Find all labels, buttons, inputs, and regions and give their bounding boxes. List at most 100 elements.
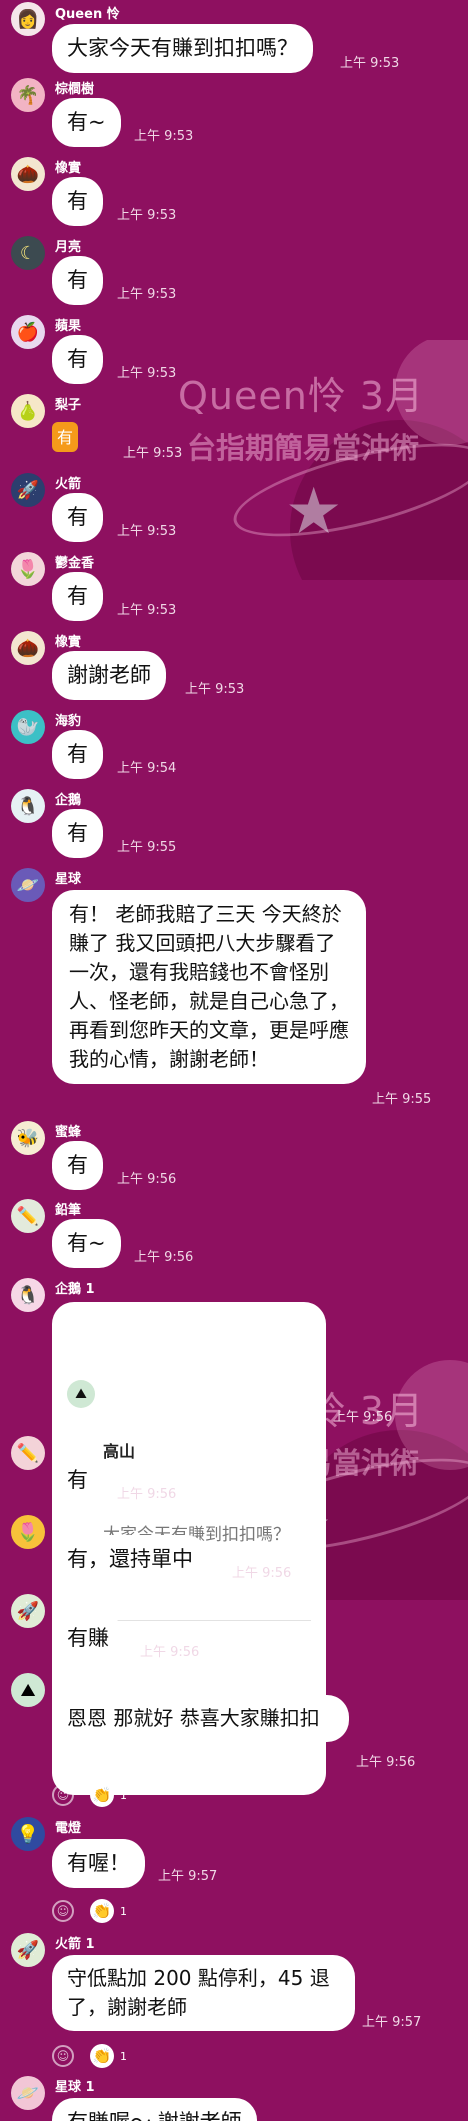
message-time: 上午 9:56 (356, 1755, 416, 1770)
message-bubble[interactable]: 恩恩 那就好 恭喜大家賺扣扣 (52, 1695, 349, 1742)
message-time: 上午 9:56 (232, 1566, 292, 1581)
message-time: 上午 9:56 (140, 1645, 200, 1660)
sender-name: Queen 怜 (55, 7, 120, 22)
message-bubble[interactable]: 有，還持單中 (52, 1535, 208, 1584)
add-reaction-icon[interactable]: ☺ (52, 1784, 74, 1806)
message-bubble[interactable]: 有喔！ (52, 1839, 145, 1888)
message-time: 上午 9:53 (117, 208, 177, 223)
message-time: 上午 9:53 (117, 366, 177, 381)
mountain-icon[interactable]: ⛰ (11, 1673, 45, 1707)
message-bubble[interactable]: 有 (52, 730, 103, 779)
sticker-bubble[interactable]: 有 (52, 422, 78, 452)
acorn-icon[interactable]: 🌰 (11, 631, 45, 665)
penguin-icon[interactable]: 🐧 (11, 789, 45, 823)
sender-name: 星球 1 (55, 2080, 95, 2095)
add-reaction-icon[interactable]: ☺ (52, 2045, 74, 2067)
message-time: 上午 9:57 (362, 2015, 422, 2030)
message-time: 上午 9:53 (340, 56, 400, 71)
sender-name: 火箭 1 (55, 1598, 95, 1613)
pencil-icon[interactable]: ✏️ (11, 1199, 45, 1233)
message-bubble[interactable]: 有~ (52, 1219, 121, 1268)
sender-name: 電燈 (55, 1821, 82, 1836)
sender-name: 蘋果 (55, 319, 82, 334)
message-bubble[interactable]: 有~ (52, 98, 121, 147)
message-bubble[interactable]: 有 (52, 177, 103, 226)
sender-name: 企鵝 1 (55, 1282, 95, 1297)
message-bubble[interactable]: 有 (52, 572, 103, 621)
sender-name: 鬱金香 (55, 556, 95, 571)
lamp-icon[interactable]: 💡 (11, 1817, 45, 1851)
acorn-icon[interactable]: 🌰 (11, 157, 45, 191)
message-time: 上午 9:56 (117, 1487, 177, 1502)
message-time: 上午 9:56 (333, 1410, 393, 1425)
sender-name: 橡實 (55, 635, 82, 650)
sender-name: 鬱金香 1 (55, 1519, 108, 1534)
planet-icon[interactable]: 🪐 (11, 2076, 45, 2110)
message-time: 上午 9:53 (123, 446, 183, 461)
sender-name: 梨子 (55, 398, 82, 413)
message-bubble[interactable]: 有 (52, 1141, 103, 1190)
tulip-icon[interactable]: 🌷 (11, 552, 45, 586)
tulip-icon[interactable]: 🌷 (11, 1515, 45, 1549)
sender-name: 火箭 (55, 477, 82, 492)
message-time: 上午 9:56 (134, 1250, 194, 1265)
message-time: 上午 9:53 (134, 129, 194, 144)
message-bubble[interactable]: 有賺喔～ 謝謝老師 (52, 2098, 257, 2121)
reaction-bar: ☺ 👏 1 (52, 1899, 127, 1923)
rocket-icon[interactable]: 🚀 (11, 1933, 45, 1967)
add-reaction-icon[interactable]: ☺ (52, 1900, 74, 1922)
reaction-count: 1 (120, 1904, 127, 1918)
rocket-icon[interactable]: 🚀 (11, 473, 45, 507)
sender-name: 月亮 (55, 240, 82, 255)
watermark-subtitle: 台指期簡易當沖術 (187, 431, 420, 465)
rocket-icon[interactable]: 🚀 (11, 1594, 45, 1628)
sender-name: 蜜蜂 (55, 1125, 82, 1140)
watermark-moon (395, 1360, 468, 1470)
reaction-bar: ☺ 👏 1 (52, 2044, 127, 2068)
clap-reaction-icon[interactable]: 👏 (90, 1899, 114, 1923)
bee-icon[interactable]: 🐝 (11, 1121, 45, 1155)
message-time: 上午 9:55 (117, 840, 177, 855)
message-bubble[interactable]: 有！ 老師我賠了三天 今天終於賺了 我又回頭把八大步驟看了一次，還有我賠錢也不會… (52, 890, 366, 1084)
message-bubble[interactable]: 守低點加 200 點停利，45 退了，謝謝老師 (52, 1955, 355, 2031)
pencil-icon[interactable]: ✏️ (11, 1436, 45, 1470)
planet-icon[interactable]: 🪐 (11, 868, 45, 902)
message-bubble[interactable]: 謝謝老師 (52, 651, 166, 700)
sender-name: 星球 (55, 872, 82, 887)
watermark-moon (395, 340, 468, 445)
star-icon: ★ (285, 475, 343, 549)
pear-icon[interactable]: 🍐 (11, 394, 45, 428)
palm-tree-icon[interactable]: 🌴 (11, 78, 45, 112)
sender-name: 橡實 (55, 161, 82, 176)
message-bubble[interactable]: 有 (52, 335, 103, 384)
apple-icon[interactable]: 🍎 (11, 315, 45, 349)
clap-reaction-icon[interactable]: 👏 (90, 2044, 114, 2068)
watermark-planet (290, 420, 468, 580)
reaction-count: 1 (120, 2049, 127, 2063)
sender-name: 高山 (55, 1677, 82, 1692)
message-bubble[interactable]: 大家今天有賺到扣扣嗎？ (52, 24, 313, 73)
message-time: 上午 9:55 (372, 1092, 432, 1107)
message-bubble[interactable]: 有 (52, 256, 103, 305)
person-avatar-icon[interactable]: 👩 (11, 2, 45, 36)
sender-name: 企鵝 (55, 793, 82, 808)
watermark-title: Queen怜 3月 (178, 374, 425, 418)
penguin-icon[interactable]: 🐧 (11, 1278, 45, 1312)
message-time: 上午 9:53 (117, 524, 177, 539)
reaction-bar: ☺ 👏 1 (52, 1783, 127, 1807)
message-time: 上午 9:57 (158, 1869, 218, 1884)
sender-name: 火箭 1 (55, 1937, 95, 1952)
moon-icon[interactable]: ☾ (11, 236, 45, 270)
message-time: 上午 9:53 (117, 287, 177, 302)
mountain-icon: ⛰ (67, 1380, 95, 1408)
sender-name: 棕櫚樹 (55, 82, 95, 97)
clap-reaction-icon[interactable]: 👏 (90, 1783, 114, 1807)
message-time: 上午 9:53 (117, 603, 177, 618)
message-bubble[interactable]: 有 (52, 493, 103, 542)
sender-name: 鉛筆 (55, 1203, 82, 1218)
reaction-count: 1 (120, 1788, 127, 1802)
message-bubble[interactable]: 有賺 (52, 1614, 124, 1663)
message-bubble[interactable]: 有 (52, 809, 103, 858)
seal-icon[interactable]: 🦭 (11, 710, 45, 744)
message-bubble[interactable]: 有 (52, 1456, 103, 1505)
